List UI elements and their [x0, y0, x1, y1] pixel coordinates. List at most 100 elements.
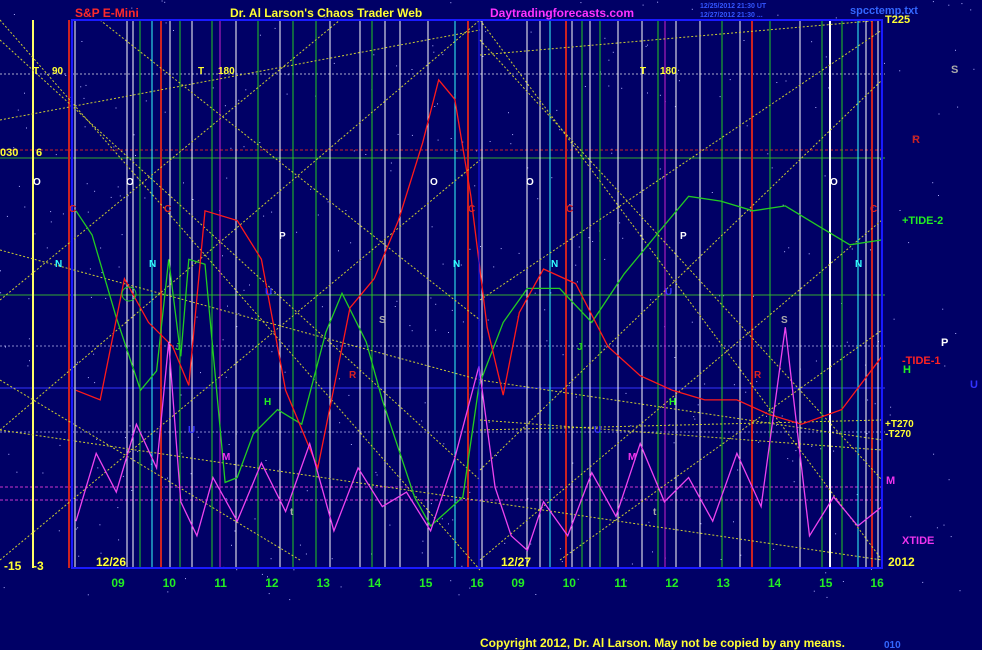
- star: [190, 473, 192, 475]
- star: [537, 198, 539, 200]
- star: [792, 460, 794, 462]
- chart-title: Dr. Al Larson's Chaos Trader Web: [230, 6, 422, 20]
- planet-marker: M: [628, 452, 636, 463]
- planet-marker: O: [526, 177, 534, 188]
- star: [442, 263, 444, 265]
- star: [630, 425, 632, 427]
- time-mark-3-value: 180: [660, 66, 677, 77]
- star: [321, 306, 323, 308]
- star: [631, 563, 633, 565]
- star: [338, 139, 340, 141]
- star: [85, 84, 87, 86]
- star: [500, 248, 502, 250]
- star: [482, 55, 484, 57]
- star: [225, 498, 227, 500]
- star: [729, 79, 731, 81]
- star: [75, 528, 77, 530]
- star: [753, 295, 754, 297]
- star: [785, 80, 787, 82]
- star: [185, 578, 186, 580]
- star: [110, 196, 112, 198]
- star: [421, 420, 423, 422]
- chart-window: OOOOOCCCCCNNNNNPPSSRRHHMMUUUUJJtt S R +TID…: [0, 0, 982, 650]
- timestamp-1: 12/25/2012 21:30 UT: [700, 3, 767, 10]
- x-tick-label: 09: [111, 576, 125, 590]
- star: [612, 51, 614, 53]
- star: [183, 182, 184, 184]
- star: [65, 75, 67, 76]
- star: [125, 437, 126, 439]
- time-mark-2-value: 180: [218, 66, 235, 77]
- star: [96, 439, 98, 440]
- star: [331, 558, 333, 560]
- star: [164, 111, 166, 113]
- star: [504, 542, 506, 544]
- star: [693, 416, 695, 418]
- star: [433, 51, 435, 53]
- star: [8, 453, 10, 455]
- star: [299, 544, 301, 546]
- star: [441, 518, 443, 520]
- star: [265, 460, 267, 461]
- star: [145, 100, 147, 102]
- star: [938, 113, 940, 115]
- star: [373, 54, 375, 56]
- star: [222, 339, 224, 341]
- star: [575, 396, 577, 398]
- star: [608, 85, 610, 87]
- star: [568, 385, 570, 387]
- star: [118, 539, 120, 541]
- star: [527, 498, 529, 500]
- star: [394, 306, 396, 307]
- star: [518, 252, 520, 254]
- t225-label: T225: [885, 14, 910, 26]
- star: [94, 190, 96, 192]
- star: [222, 255, 223, 257]
- star: [948, 4, 950, 6]
- star: [432, 45, 434, 47]
- star: [611, 152, 613, 154]
- planet-marker: C: [566, 204, 573, 215]
- star: [286, 93, 288, 95]
- star: [813, 590, 815, 592]
- planet-marker: U: [265, 287, 272, 298]
- star: [5, 346, 6, 348]
- star: [115, 107, 117, 109]
- planet-marker: U: [594, 425, 601, 436]
- star: [469, 491, 471, 493]
- star: [397, 133, 399, 135]
- star: [296, 231, 298, 233]
- star: [274, 293, 276, 294]
- star: [899, 70, 901, 72]
- star: [376, 474, 378, 476]
- star: [101, 272, 103, 274]
- star: [957, 106, 959, 108]
- star: [389, 524, 391, 526]
- star: [534, 292, 536, 294]
- star: [938, 195, 939, 196]
- planet-marker: N: [149, 259, 156, 270]
- star: [647, 92, 648, 94]
- right-label: P: [941, 337, 948, 349]
- star: [99, 524, 101, 526]
- chaos-trader-chart: O O O O OC C C C CN N N N NP PS SR RH HM MU UU UJ Jt t SR+TID…: [0, 0, 982, 650]
- star: [165, 22, 167, 24]
- planet-marker: J: [175, 342, 181, 353]
- star: [28, 338, 30, 340]
- star: [657, 1, 659, 3]
- star: [908, 242, 910, 244]
- star: [161, 0, 163, 2]
- star: [259, 142, 261, 143]
- star: [933, 453, 935, 455]
- star: [167, 477, 168, 479]
- site-link[interactable]: Daytradingforecasts.com: [490, 6, 634, 20]
- star: [678, 80, 680, 82]
- star: [310, 188, 312, 190]
- star: [263, 215, 265, 217]
- star: [659, 94, 661, 96]
- x-tick-label: 14: [768, 576, 782, 590]
- star: [559, 129, 561, 131]
- star: [580, 2, 582, 4]
- star: [743, 40, 745, 41]
- star: [608, 59, 610, 61]
